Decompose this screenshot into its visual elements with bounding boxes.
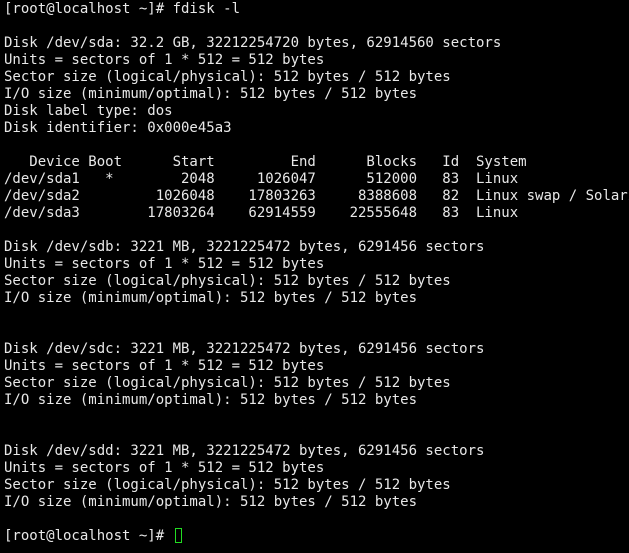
terminal-output: [root@localhost ~]# fdisk -l Disk /dev/sd… bbox=[4, 1, 629, 528]
terminal-window[interactable]: [root@localhost ~]# fdisk -l Disk /dev/sd… bbox=[0, 0, 629, 553]
output-line: /dev/sda2 1026048 17803263 8388608 82 Li… bbox=[4, 188, 629, 204]
output-line: Units = sectors of 1 * 512 = 512 bytes bbox=[4, 52, 325, 68]
output-line: I/O size (minimum/optimal): 512 bytes / … bbox=[4, 494, 418, 510]
output-line: Units = sectors of 1 * 512 = 512 bytes bbox=[4, 460, 325, 476]
prompt-line[interactable]: [root@localhost ~]# bbox=[4, 528, 629, 545]
output-line: [root@localhost ~]# fdisk -l bbox=[4, 1, 241, 17]
output-line: Units = sectors of 1 * 512 = 512 bytes bbox=[4, 358, 325, 374]
output-line: Sector size (logical/physical): 512 byte… bbox=[4, 375, 451, 391]
output-line: I/O size (minimum/optimal): 512 bytes / … bbox=[4, 86, 418, 102]
output-line: /dev/sda1 * 2048 1026047 512000 83 Linux bbox=[4, 171, 519, 187]
text-cursor bbox=[174, 528, 182, 543]
output-line: Disk /dev/sdb: 3221 MB, 3221225472 bytes… bbox=[4, 239, 485, 255]
output-line: /dev/sda3 17803264 62914559 22555648 83 … bbox=[4, 205, 519, 221]
output-line: I/O size (minimum/optimal): 512 bytes / … bbox=[4, 392, 418, 408]
output-line: Device Boot Start End Blocks Id System bbox=[4, 154, 527, 170]
output-line: Disk label type: dos bbox=[4, 103, 173, 119]
output-line: Disk /dev/sdc: 3221 MB, 3221225472 bytes… bbox=[4, 341, 485, 357]
output-line: Sector size (logical/physical): 512 byte… bbox=[4, 69, 451, 85]
shell-prompt: [root@localhost ~]# bbox=[4, 528, 173, 544]
output-line: Sector size (logical/physical): 512 byte… bbox=[4, 477, 451, 493]
output-line: Units = sectors of 1 * 512 = 512 bytes bbox=[4, 256, 325, 272]
output-line: Sector size (logical/physical): 512 byte… bbox=[4, 273, 451, 289]
output-line: I/O size (minimum/optimal): 512 bytes / … bbox=[4, 290, 418, 306]
output-line: Disk /dev/sdd: 3221 MB, 3221225472 bytes… bbox=[4, 443, 485, 459]
output-line: Disk identifier: 0x000e45a3 bbox=[4, 120, 232, 136]
output-line: Disk /dev/sda: 32.2 GB, 32212254720 byte… bbox=[4, 35, 502, 51]
